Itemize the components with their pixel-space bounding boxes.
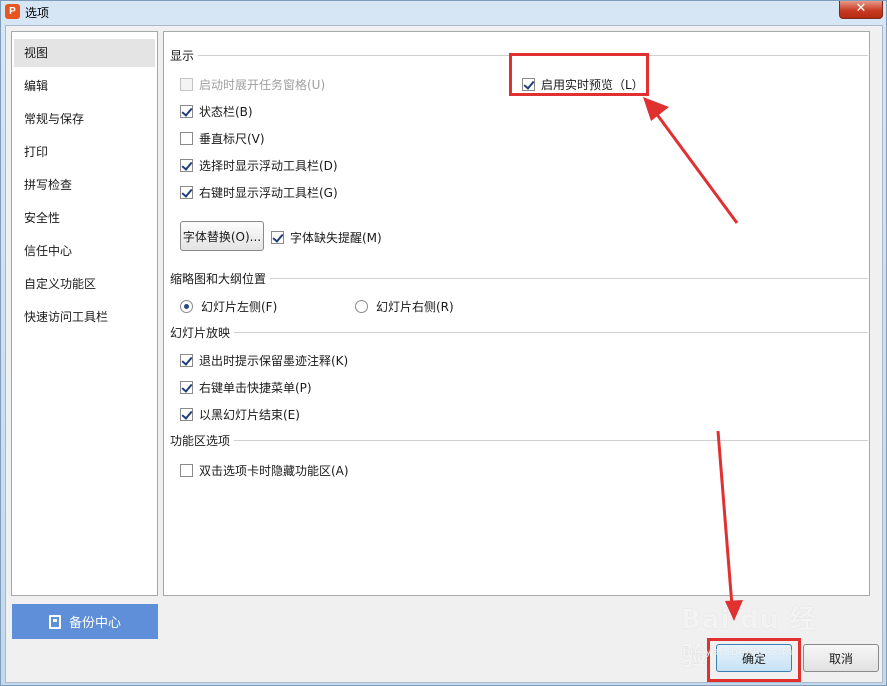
watermark: Bai du 经验 jingyan.baidu.com [681, 599, 841, 672]
annotation-arrow-shaft [716, 430, 734, 607]
annotation-arrows [643, 97, 743, 621]
annotation-arrow-shaft [651, 108, 739, 224]
watermark-url: jingyan.baidu.com [683, 645, 794, 658]
annotation-arrowhead-icon [643, 97, 669, 121]
watermark-brand: Bai du 经验 [681, 605, 817, 672]
options-dialog: P 选项 ✕ 视图 编辑 常规与保存 打印 拼写检查 安全性 信任中心 自定义功… [0, 0, 887, 686]
